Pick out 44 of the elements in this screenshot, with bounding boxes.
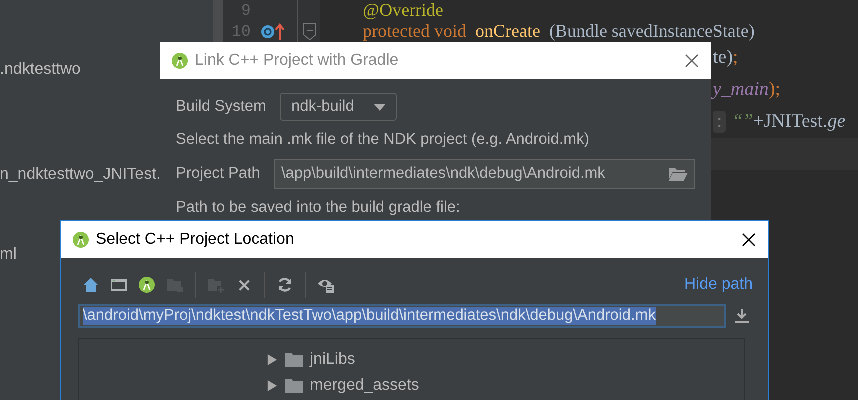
project-tree-item[interactable]: ml (0, 246, 17, 264)
override-marker-icon[interactable] (261, 23, 287, 41)
home-icon[interactable] (83, 277, 99, 293)
project-tree-item[interactable]: n_ndktesttwo_JNITest. (0, 166, 161, 184)
caret-icon (374, 104, 386, 110)
android-icon (172, 52, 188, 68)
dialog-title: Select C++ Project Location (96, 230, 296, 248)
folder-icon (285, 379, 303, 393)
code-text: ); (768, 79, 781, 101)
download-icon[interactable] (734, 308, 750, 324)
project-tree-item[interactable]: .ndktesttwo (0, 61, 81, 79)
code-text: y_main (713, 79, 769, 101)
folder-tree-item[interactable]: jniLibs (267, 347, 744, 373)
project-path-field[interactable]: \app\build\intermediates\ndk\debug\Android.mk (274, 159, 695, 189)
code-text: (Bundle savedInstanceState) (549, 21, 755, 42)
delete-icon[interactable] (238, 278, 250, 292)
folder-icon (285, 353, 303, 367)
code-text: te) (713, 47, 734, 69)
android-icon[interactable] (139, 277, 155, 293)
android-icon (73, 232, 89, 248)
path-field[interactable]: \android\myProj\ndktest\ndkTestTwo\app\build\intermediates\ndk\debug\Android.mk (78, 304, 726, 328)
hide-path-link[interactable]: Hide path (684, 276, 753, 294)
close-icon[interactable] (742, 232, 756, 246)
fold-icon[interactable] (303, 23, 317, 41)
expand-arrow-icon[interactable] (267, 354, 278, 366)
code-text: @Override (363, 0, 444, 21)
code-text: : (713, 111, 726, 133)
field-label: Build System (176, 98, 266, 116)
code-text: ; (733, 47, 738, 69)
dialog-title: Link C++ Project with Gradle (195, 52, 400, 70)
expand-arrow-icon[interactable] (267, 380, 278, 392)
window-icon[interactable] (110, 277, 128, 293)
refresh-icon[interactable] (277, 277, 293, 293)
code-text: “” (732, 111, 754, 133)
instruction-text: Select the main .mk file of the NDK project (e.g. Android.mk) (176, 131, 591, 149)
code-text: onCreate (475, 21, 540, 42)
instruction-text: Path to be saved into the build gradle file: (176, 199, 462, 217)
code-text: protected void (363, 21, 466, 42)
build-system-dropdown[interactable]: ndk-build (280, 93, 398, 121)
code-text: +JNITest. (753, 111, 828, 133)
folder-icon[interactable] (668, 166, 688, 182)
folder-tree-item[interactable]: merged_assets (267, 373, 744, 399)
code-text: ge (828, 111, 846, 133)
field-label: Project Path (176, 165, 260, 183)
